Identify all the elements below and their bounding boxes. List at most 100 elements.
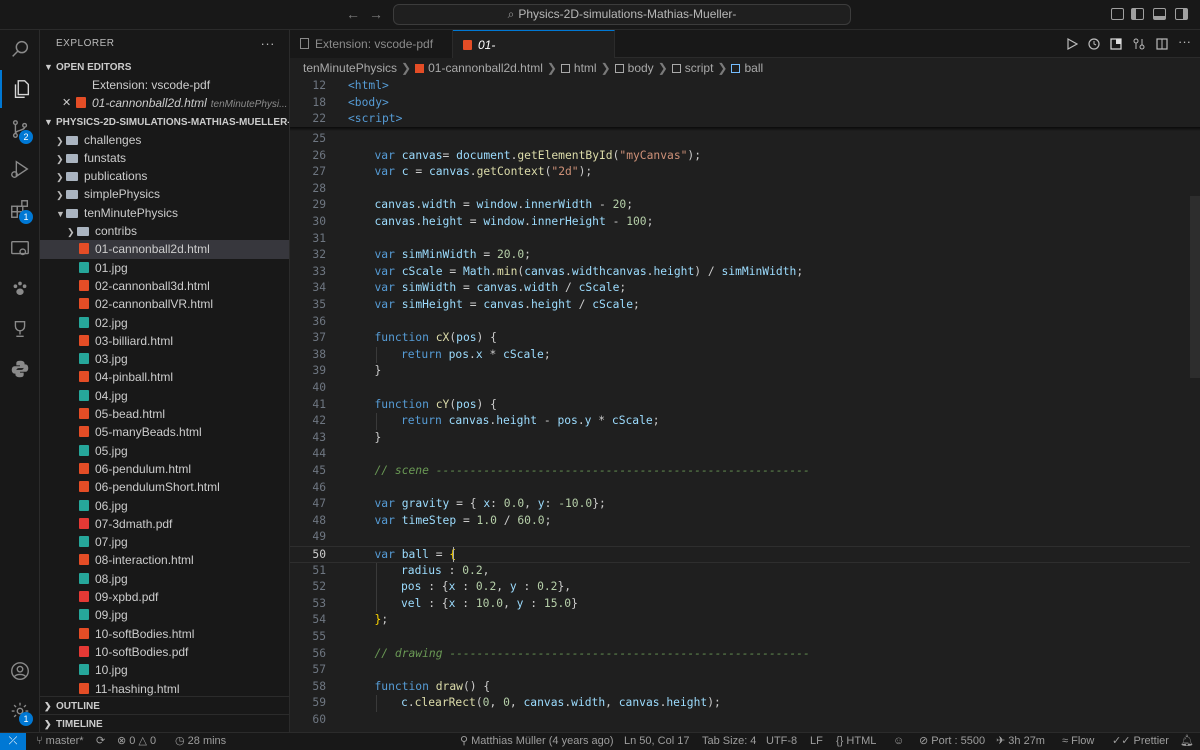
file-item[interactable]: 05.jpg — [40, 442, 289, 460]
file-item[interactable]: 06-pendulum.html — [40, 460, 289, 478]
file-item[interactable]: 08-interaction.html — [40, 551, 289, 569]
prettier-status[interactable]: ✓✓ Prettier — [1112, 733, 1169, 750]
code-line[interactable]: 59 c.clearRect(0, 0, canvas.width, canvas… — [290, 695, 1190, 712]
customize-layout-icon[interactable] — [1111, 8, 1124, 20]
code-line[interactable]: 53 vel : {x : 10.0, y : 15.0} — [290, 596, 1190, 613]
code-line[interactable]: 51 radius : 0.2, — [290, 563, 1190, 580]
extensions-icon[interactable]: 1 — [0, 190, 40, 228]
search-activity-icon[interactable] — [0, 30, 40, 68]
file-item[interactable]: 03.jpg — [40, 350, 289, 368]
file-item[interactable]: 09-xpbd.pdf — [40, 588, 289, 606]
live-server-status[interactable]: ⊘ Port : 5500 — [919, 733, 985, 750]
account-icon[interactable] — [0, 652, 40, 690]
folder-item[interactable]: ▼ tenMinutePhysics — [40, 204, 289, 222]
remote-indicator-icon[interactable]: ⤫ — [0, 733, 26, 750]
code-line[interactable]: 41 function cY(pos) { — [290, 397, 1190, 414]
eol-status[interactable]: LF — [810, 733, 823, 750]
encoding-status[interactable]: UTF-8 — [766, 733, 797, 750]
history-icon[interactable] — [1088, 38, 1100, 50]
code-line[interactable]: 46 — [290, 480, 1190, 497]
open-editor-item[interactable]: Extension: vscode-pdf — [40, 76, 289, 94]
sticky-scroll-line[interactable]: 18 <body> — [290, 94, 1190, 112]
tab-cannonball2d[interactable]: 01-cannonball2d.html✕ — [453, 30, 615, 80]
more-actions-icon[interactable]: ··· — [261, 30, 276, 58]
code-line[interactable]: 35 var simHeight = canvas.height / cScale… — [290, 297, 1190, 314]
scrollbar-thumb[interactable] — [1190, 196, 1200, 378]
run-icon[interactable] — [1066, 38, 1078, 50]
open-editor-item[interactable]: ✕ 01-cannonball2d.html tenMinutePhysi... — [40, 94, 289, 112]
problems-status[interactable]: ⊗ 0 △ 0 — [117, 733, 156, 750]
git-blame-status[interactable]: ⚲ Matthias Müller (4 years ago) — [460, 733, 614, 750]
sticky-scroll-line[interactable]: 12 <html> — [290, 78, 1190, 95]
code-line[interactable]: 28 — [290, 181, 1190, 198]
more-actions-icon[interactable]: ··· — [1178, 34, 1191, 49]
file-item[interactable]: 10-softBodies.html — [40, 625, 289, 643]
source-control-icon[interactable]: 2 — [0, 110, 40, 148]
command-center-search[interactable]: ⌕ Physics-2D-simulations-Mathias-Mueller- — [393, 4, 851, 25]
editor-scrollbar[interactable] — [1190, 78, 1200, 732]
toggle-panel-icon[interactable] — [1153, 8, 1166, 20]
code-line[interactable]: 34 var simWidth = canvas.width / cScale; — [290, 280, 1190, 297]
python-icon[interactable] — [0, 350, 40, 388]
sticky-scroll-line[interactable]: 22 <script> — [290, 111, 1190, 128]
compare-icon[interactable] — [1133, 38, 1145, 50]
toggle-secondary-sidebar-icon[interactable] — [1175, 8, 1188, 20]
folder-item[interactable]: ❯ publications — [40, 167, 289, 185]
file-item[interactable]: 06-pendulumShort.html — [40, 478, 289, 496]
notifications-bell-icon[interactable]: 🔔︎ — [1180, 733, 1194, 750]
project-section[interactable]: ▼ PHYSICS-2D-SIMULATIONS-MATHIAS-MUELLER-… — [40, 113, 289, 131]
breadcrumb-script[interactable]: script — [685, 61, 714, 75]
code-line[interactable]: 55 — [290, 629, 1190, 646]
code-line[interactable]: 36 — [290, 314, 1190, 331]
code-line[interactable]: 26 var canvas= document.getElementById("m… — [290, 148, 1190, 165]
code-line[interactable]: 33 var cScale = Math.min(canvas.widthcanv… — [290, 264, 1190, 281]
code-line[interactable]: 47 var gravity = { x: 0.0, y: -10.0}; — [290, 496, 1190, 513]
code-line[interactable]: 58 function draw() { — [290, 679, 1190, 696]
file-item[interactable]: 07-3dmath.pdf — [40, 515, 289, 533]
file-item[interactable]: 08.jpg — [40, 570, 289, 588]
file-item[interactable]: 03-billiard.html — [40, 332, 289, 350]
settings-gear-icon[interactable]: 1 — [0, 692, 40, 730]
code-line[interactable]: 52 pos : {x : 0.2, y : 0.2}, — [290, 579, 1190, 596]
remote-explorer-icon[interactable] — [0, 230, 40, 268]
code-line[interactable]: 54}; — [290, 612, 1190, 629]
trophy-icon[interactable] — [0, 310, 40, 348]
code-line[interactable]: 48 var timeStep = 1.0 / 60.0; — [290, 513, 1190, 530]
sync-icon[interactable]: ⟳ — [96, 733, 105, 750]
file-item[interactable]: 01.jpg — [40, 259, 289, 277]
file-item[interactable]: 02-cannonball3d.html — [40, 277, 289, 295]
git-branch-status[interactable]: ⑂ master* — [36, 733, 84, 750]
open-preview-icon[interactable] — [1110, 38, 1122, 50]
code-line[interactable]: 60 — [290, 712, 1190, 729]
file-item[interactable]: 02-cannonballVR.html — [40, 295, 289, 313]
file-item[interactable]: 09.jpg — [40, 606, 289, 624]
code-line[interactable]: 42 return canvas.height - pos.y * cScale; — [290, 413, 1190, 430]
folder-item[interactable]: ❯ funstats — [40, 149, 289, 167]
file-item[interactable]: 04.jpg — [40, 387, 289, 405]
code-line[interactable]: 37 function cX(pos) { — [290, 330, 1190, 347]
split-editor-icon[interactable] — [1156, 38, 1168, 50]
explorer-icon[interactable] — [0, 70, 40, 108]
code-line[interactable]: 49 — [290, 529, 1190, 546]
copilot-icon[interactable]: ☺ — [893, 733, 904, 750]
time-tracker-status[interactable]: ◷ 28 mins — [175, 733, 226, 750]
code-line[interactable]: 31 — [290, 231, 1190, 248]
code-line[interactable]: 50 var ball = { — [290, 546, 1190, 563]
indentation-status[interactable]: Tab Size: 4 — [702, 733, 756, 750]
forward-arrow-icon[interactable]: → — [369, 6, 383, 22]
back-arrow-icon[interactable]: ← — [346, 6, 360, 22]
code-line[interactable]: 27 var c = canvas.getContext("2d"); — [290, 164, 1190, 181]
run-debug-icon[interactable] — [0, 150, 40, 188]
file-item[interactable]: 05-manyBeads.html — [40, 423, 289, 441]
breadcrumb-file[interactable]: 01-cannonball2d.html — [428, 61, 543, 75]
open-editors-section[interactable]: ▼ OPEN EDITORS — [40, 58, 289, 76]
code-line[interactable]: 45 // scene -----------------------------… — [290, 463, 1190, 480]
breadcrumb-folder[interactable]: tenMinutePhysics — [303, 61, 397, 75]
cursor-position-status[interactable]: Ln 50, Col 17 — [624, 733, 689, 750]
file-item[interactable]: 01-cannonball2d.html — [40, 240, 289, 259]
code-line[interactable]: 32 var simMinWidth = 20.0; — [290, 247, 1190, 264]
file-item[interactable]: 10-softBodies.pdf — [40, 643, 289, 661]
code-line[interactable]: 56 // drawing ---------------------------… — [290, 646, 1190, 663]
file-item[interactable]: 06.jpg — [40, 497, 289, 515]
code-line[interactable]: 29 canvas.width = window.innerWidth - 20; — [290, 197, 1190, 214]
